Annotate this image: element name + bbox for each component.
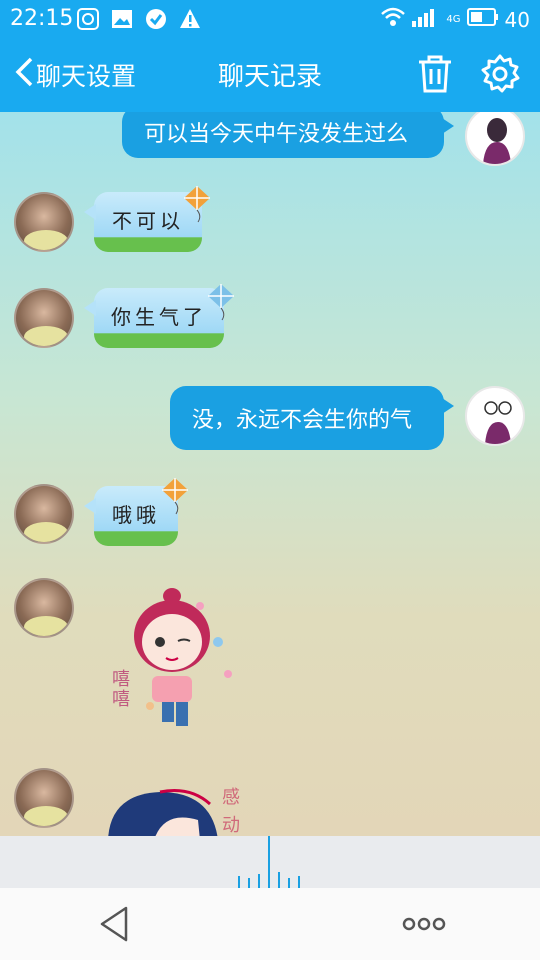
status-time: 22:15 [10, 6, 74, 31]
avatar[interactable] [465, 112, 525, 166]
message-text: 可以当今天中午没发生过么 [144, 122, 409, 147]
warning-icon [178, 7, 202, 31]
triangle-back-icon [100, 906, 128, 942]
system-nav-bar [0, 888, 540, 960]
app-notification-icon [76, 7, 100, 31]
chat-history[interactable]: 可以当今天中午没发生过么 不可以 你生气了 没，永远不会生你的气 哦哦 嘻嘻 感… [0, 112, 540, 836]
message-text: 哦哦 [112, 502, 160, 527]
page-title: 聊天记录 [217, 62, 322, 92]
sticker-image[interactable]: 感动 [100, 780, 250, 836]
notification-icons [76, 7, 202, 31]
network-type: 4G [446, 13, 461, 25]
kite-icon [208, 284, 234, 321]
message-bubble-outgoing[interactable]: 没，永远不会生你的气 [170, 386, 454, 450]
status-bar: 22:15 4G 40 [0, 0, 540, 38]
sticker-caption: 感动 [222, 787, 240, 836]
message-text: 你生气了 [111, 304, 207, 329]
message-text: 没，永远不会生你的气 [192, 408, 413, 433]
sticker-image[interactable]: 嘻嘻 [100, 586, 240, 736]
trash-icon[interactable] [416, 54, 454, 94]
kite-icon [162, 478, 188, 515]
battery-icon [466, 7, 499, 32]
battery-level: 40 [504, 7, 530, 32]
image-icon [110, 7, 134, 31]
avatar[interactable] [14, 578, 74, 638]
more-dots-icon [402, 917, 446, 931]
kite-icon [184, 186, 210, 223]
system-icons: 4G 40 [380, 6, 530, 33]
wifi-icon [380, 6, 406, 33]
avatar[interactable] [14, 768, 74, 828]
signal-icon [412, 7, 440, 32]
nav-back-button[interactable] [96, 904, 136, 944]
header: 聊天设置 聊天记录 [0, 38, 540, 112]
sticker-caption: 嘻嘻 [112, 669, 130, 710]
message-text: 不可以 [112, 208, 184, 233]
check-circle-icon [144, 7, 168, 31]
nav-menu-button[interactable] [400, 910, 448, 938]
avatar[interactable] [14, 288, 74, 348]
voice-wave-bar [0, 836, 540, 888]
avatar[interactable] [14, 192, 74, 252]
avatar[interactable] [14, 484, 74, 544]
message-bubble-outgoing[interactable]: 可以当今天中午没发生过么 [122, 112, 454, 158]
avatar[interactable] [465, 386, 525, 446]
gear-icon[interactable] [480, 54, 520, 94]
voice-wave-icon [238, 836, 300, 888]
